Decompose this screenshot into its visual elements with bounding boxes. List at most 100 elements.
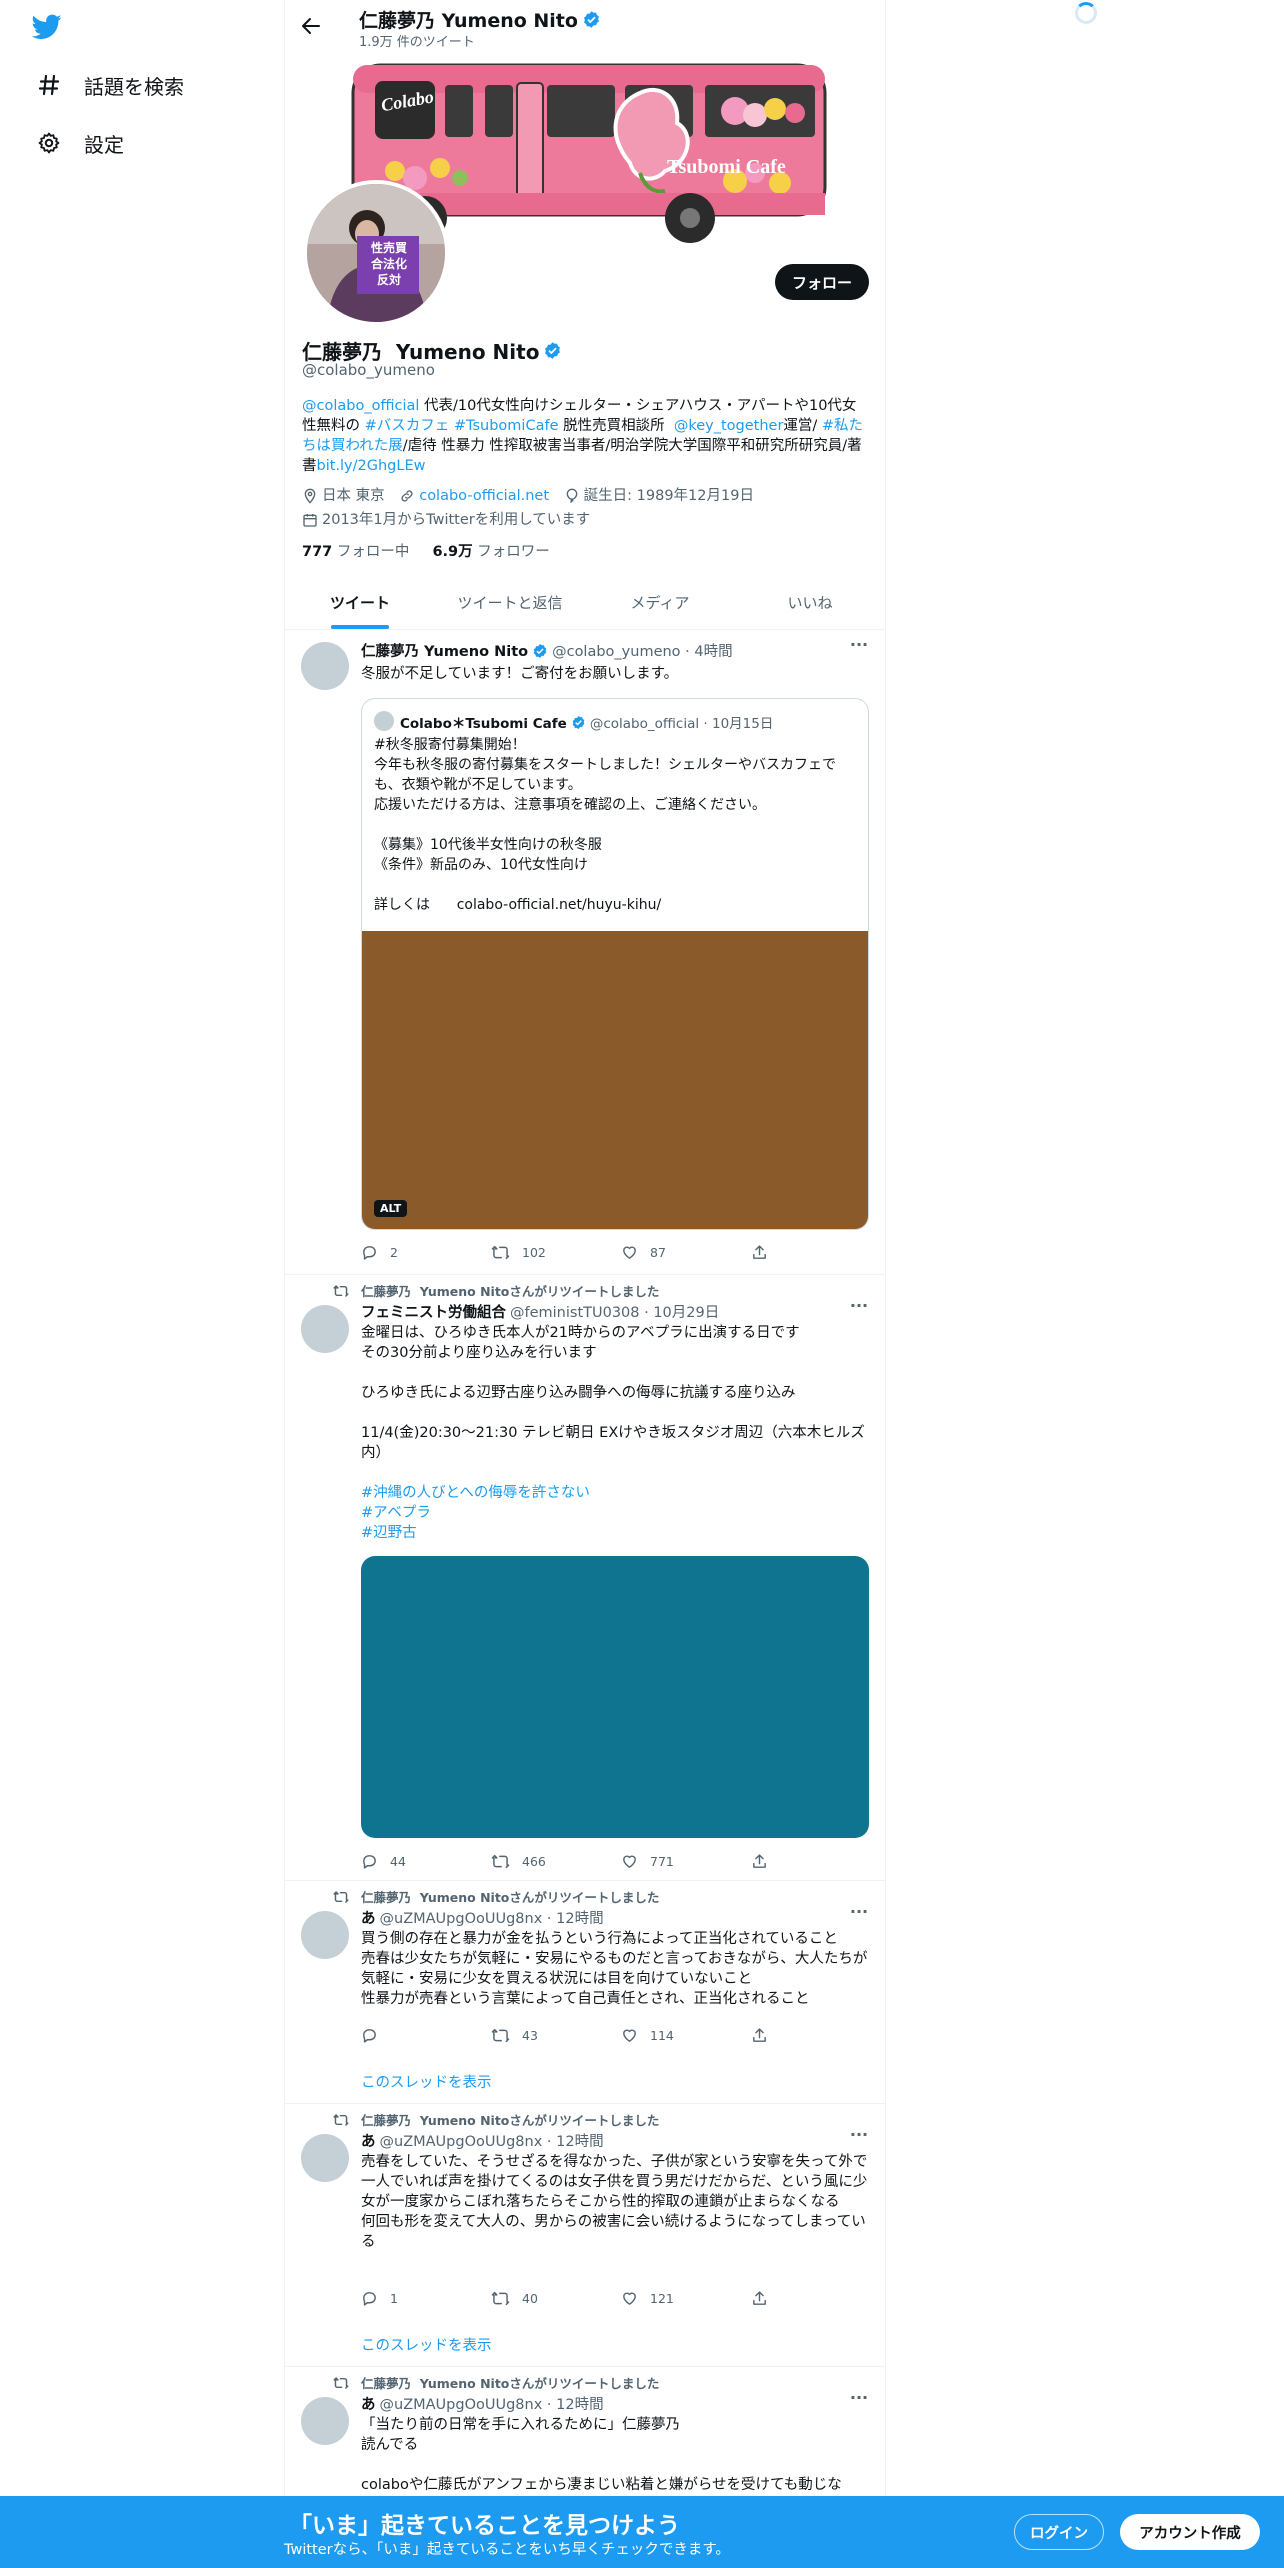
hashtag-link[interactable]: #辺野古 bbox=[361, 1525, 417, 1541]
tab-media[interactable]: メディア bbox=[585, 576, 735, 629]
tweet-author-name[interactable]: 仁藤夢乃 Yumeno Nito bbox=[361, 640, 528, 661]
tweet[interactable]: 仁藤夢乃 Yumeno Nitoさんがリツイートしました フェミニスト労働組合 … bbox=[285, 1275, 885, 1881]
reply-action[interactable] bbox=[361, 2025, 491, 2045]
tab-tweets[interactable]: ツイート bbox=[285, 576, 435, 629]
tweet[interactable]: 仁藤夢乃 Yumeno Nitoさんがリツイートしました あ @uZMAUpgO… bbox=[285, 1881, 885, 2104]
retweet-action[interactable]: 102 bbox=[491, 1242, 621, 1262]
tweet-handle-time[interactable]: @feministTU0308 · 10月29日 bbox=[510, 1301, 719, 1322]
tweet-actions: 43 114 bbox=[361, 2025, 781, 2045]
tab-tweets-and-replies[interactable]: ツイートと返信 bbox=[435, 576, 585, 629]
profile-location: 日本 東京 bbox=[302, 486, 385, 506]
link-icon bbox=[401, 490, 413, 502]
follow-button[interactable]: フォロー bbox=[775, 264, 869, 300]
verified-badge-icon bbox=[545, 342, 561, 359]
nav-settings[interactable]: 設定 bbox=[34, 128, 124, 158]
tweet-avatar[interactable] bbox=[301, 2397, 349, 2445]
tweet-avatar[interactable] bbox=[301, 2134, 349, 2182]
hashtag-link[interactable]: #アベプラ bbox=[361, 1505, 431, 1521]
tweet-handle-time[interactable]: @uZMAUpgOoUUg8nx · 12時間 bbox=[380, 2393, 604, 2414]
verified-badge-icon bbox=[572, 715, 585, 729]
profile-bio: @colabo_official 代表/10代女性向けシェルター・シェアハウス・… bbox=[302, 396, 870, 476]
profile-birthday: 誕生日: 1989年12月19日 bbox=[564, 486, 754, 506]
tweet-avatar[interactable] bbox=[301, 642, 349, 690]
login-button[interactable]: ログイン bbox=[1014, 2514, 1104, 2550]
tweet-actions: 44 466 771 bbox=[361, 1851, 781, 1871]
avatar-sign-line: 合法化 bbox=[370, 257, 407, 271]
tweet-author-name[interactable]: あ bbox=[361, 2130, 376, 2151]
followers-count-link[interactable]: 6.9万 フォロワー bbox=[432, 544, 549, 560]
like-action[interactable]: 771 bbox=[621, 1851, 751, 1871]
share-action[interactable] bbox=[751, 1242, 781, 1262]
signup-button[interactable]: アカウント作成 bbox=[1120, 2514, 1260, 2550]
tweet-author-name[interactable]: あ bbox=[361, 1907, 376, 1928]
tweet-actions: 2 102 87 bbox=[361, 1242, 781, 1262]
retweet-label-text[interactable]: 仁藤夢乃 Yumeno Nitoさんがリツイートしました bbox=[361, 1887, 659, 1906]
bio-mention[interactable]: @key_together bbox=[674, 418, 784, 434]
share-action[interactable] bbox=[751, 1851, 781, 1871]
quoted-tweet[interactable]: Colabo＊Tsubomi Cafe @colabo_official · 1… bbox=[361, 698, 869, 1230]
tweet-author-name[interactable]: あ bbox=[361, 2393, 376, 2414]
banner-cafe-text: Tsubomi Cafe bbox=[667, 156, 786, 178]
reply-action[interactable]: 2 bbox=[361, 1242, 491, 1262]
bio-link[interactable]: bit.ly/2GhgLEw bbox=[317, 458, 426, 474]
following-count-link[interactable]: 777 フォロー中 bbox=[302, 544, 409, 560]
more-options-icon[interactable]: ··· bbox=[849, 637, 869, 660]
more-options-icon[interactable]: ··· bbox=[849, 1298, 869, 1321]
reply-action[interactable]: 44 bbox=[361, 1851, 491, 1871]
retweet-action[interactable]: 40 bbox=[491, 2288, 621, 2308]
quoted-text: #秋冬服寄付募集開始！ 今年も秋冬服の寄付募集をスタートしました！シェルターやバ… bbox=[374, 737, 836, 913]
retweet-action[interactable]: 43 bbox=[491, 2025, 621, 2045]
tab-likes[interactable]: いいね bbox=[735, 576, 885, 629]
bio-text: 運営/ bbox=[783, 418, 822, 434]
profile-avatar[interactable]: 性売買 合法化 反対 bbox=[303, 180, 449, 326]
profile-url[interactable]: colabo-official.net bbox=[399, 486, 549, 506]
tweet[interactable]: 仁藤夢乃 Yumeno Nito @colabo_yumeno · 4時間 ··… bbox=[285, 630, 885, 1275]
nav-explore[interactable]: 話題を検索 bbox=[34, 70, 184, 100]
tweet-handle-time[interactable]: @uZMAUpgOoUUg8nx · 12時間 bbox=[380, 1907, 604, 1928]
retweet-label-text[interactable]: 仁藤夢乃 Yumeno Nitoさんがリツイートしました bbox=[361, 1281, 659, 1300]
tweet-text: 買う側の存在と暴力が金を払うという行為によって正当化されていること 売春は少女た… bbox=[361, 1931, 868, 2007]
avatar-sign-text: 性売買 合法化 反対 bbox=[361, 240, 417, 288]
share-action[interactable] bbox=[751, 2288, 781, 2308]
more-options-icon[interactable]: ··· bbox=[849, 1904, 869, 1927]
tweet-text: 「当たり前の日常を手に入れるために」仁藤夢乃 読んでる colaboや仁藤氏がア… bbox=[361, 2417, 842, 2493]
tweet[interactable]: 仁藤夢乃 Yumeno Nitoさんがリツイートしました あ @uZMAUpgO… bbox=[285, 2104, 885, 2367]
more-options-icon[interactable]: ··· bbox=[849, 2390, 869, 2413]
tweet-handle-time[interactable]: @colabo_yumeno · 4時間 bbox=[552, 640, 733, 661]
profile-header: 仁藤夢乃 Yumeno Nito 1.9万 件のツイート bbox=[285, 0, 885, 53]
reply-action[interactable]: 1 bbox=[361, 2288, 491, 2308]
url-text[interactable]: colabo-official.net bbox=[419, 486, 549, 506]
quoted-media[interactable]: ALT bbox=[362, 931, 868, 1229]
bio-hashtag[interactable]: #バスカフェ bbox=[365, 418, 450, 434]
avatar-sign-line: 性売買 bbox=[370, 241, 407, 255]
hashtag-link[interactable]: #沖縄の人びとへの侮辱を許さない bbox=[361, 1485, 590, 1501]
tweet-avatar[interactable] bbox=[301, 1305, 349, 1353]
tweet-media[interactable] bbox=[361, 1556, 869, 1838]
header-name-row: 仁藤夢乃 Yumeno Nito bbox=[359, 6, 601, 33]
bio-text: 脱性売買相談所 bbox=[558, 418, 674, 434]
show-thread-link[interactable]: このスレッドを表示 bbox=[361, 2071, 492, 2092]
more-options-icon[interactable]: ··· bbox=[849, 2127, 869, 2150]
retweet-label-text[interactable]: 仁藤夢乃 Yumeno Nitoさんがリツイートしました bbox=[361, 2373, 659, 2392]
twitter-logo-icon[interactable] bbox=[32, 14, 62, 40]
like-action[interactable]: 114 bbox=[621, 2025, 751, 2045]
header-name: 仁藤夢乃 Yumeno Nito bbox=[359, 10, 578, 32]
tweet-handle-time[interactable]: @uZMAUpgOoUUg8nx · 12時間 bbox=[380, 2130, 604, 2151]
show-thread-link[interactable]: このスレッドを表示 bbox=[361, 2334, 492, 2355]
share-action[interactable] bbox=[751, 2025, 781, 2045]
bio-hashtag[interactable]: #TsubomiCafe bbox=[454, 418, 559, 434]
tweet-header: あ @uZMAUpgOoUUg8nx · 12時間 bbox=[361, 2393, 604, 2414]
retweet-label-text[interactable]: 仁藤夢乃 Yumeno Nitoさんがリツイートしました bbox=[361, 2110, 659, 2129]
like-action[interactable]: 87 bbox=[621, 1242, 751, 1262]
retweet-action[interactable]: 466 bbox=[491, 1851, 621, 1871]
share-icon bbox=[753, 1244, 766, 1259]
tweet-avatar[interactable] bbox=[301, 1911, 349, 1959]
like-action[interactable]: 121 bbox=[621, 2288, 751, 2308]
quoted-author-name: Colabo＊Tsubomi Cafe bbox=[400, 716, 567, 732]
back-arrow-icon[interactable] bbox=[299, 14, 323, 38]
tweet-author-name[interactable]: フェミニスト労働組合 bbox=[361, 1301, 506, 1322]
nav-explore-label: 話題を検索 bbox=[84, 74, 184, 99]
tweet-header: 仁藤夢乃 Yumeno Nito @colabo_yumeno · 4時間 bbox=[361, 640, 733, 661]
bio-mention[interactable]: @colabo_official bbox=[302, 398, 419, 414]
alt-badge[interactable]: ALT bbox=[374, 1200, 408, 1217]
